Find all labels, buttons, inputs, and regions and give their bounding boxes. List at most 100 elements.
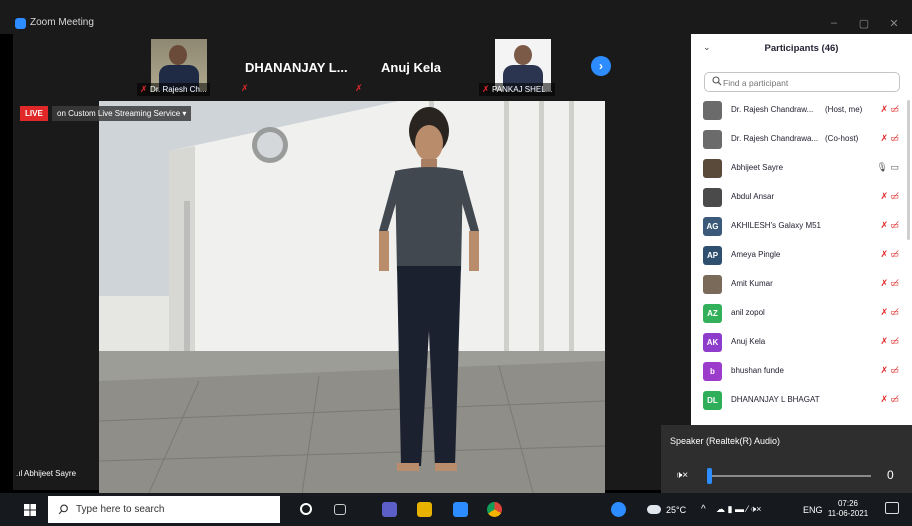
- participant-row[interactable]: Dr. Rajesh Chandraw... (Host, me) ✗ ▭̸: [691, 96, 905, 125]
- participant-row[interactable]: Dr. Rajesh Chandrawa... (Co-host) ✗ ▭̸: [691, 125, 905, 154]
- thumbnail-name: ✗ Dr. Rajesh Ch...: [137, 83, 210, 96]
- taskbar-search[interactable]: Type here to search: [48, 496, 280, 523]
- thumbnail-3[interactable]: Anuj Kela ✗: [351, 34, 465, 98]
- windows-start-icon[interactable]: [24, 504, 36, 516]
- speaker-name-label: .ıl Abhijeet Sayre: [16, 469, 77, 478]
- avatar: [703, 101, 722, 120]
- camera-off-icon: ▭̸: [887, 249, 899, 259]
- caret-down-icon: ▾: [182, 109, 187, 118]
- participants-panel: ⌄ Participants (46) Dr. Rajesh Chandraw.…: [691, 34, 912, 488]
- mic-muted-icon: ✗: [482, 84, 493, 94]
- participant-status-icons: ✗ ▭̸: [880, 104, 899, 115]
- camera-off-icon: ▭̸: [887, 133, 899, 143]
- participant-status-icons: ✗ ▭̸: [880, 220, 899, 231]
- window-title: Zoom Meeting: [30, 17, 94, 28]
- live-badge[interactable]: LIVE: [20, 106, 48, 121]
- mic-muted-icon: ✗: [880, 220, 888, 230]
- participants-list: Dr. Rajesh Chandraw... (Host, me) ✗ ▭̸ Dr. …: [691, 96, 905, 415]
- thumbnail-4[interactable]: ✗ PANKAJ SHEL...: [465, 34, 579, 98]
- participant-row[interactable]: AP Ameya Pingle ✗ ▭̸: [691, 241, 905, 270]
- avatar: AG: [703, 217, 722, 236]
- notification-icon[interactable]: [885, 502, 899, 514]
- participant-row[interactable]: DL DHANANJAY L BHAGAT ✗ ▭̸: [691, 386, 905, 415]
- speaker-muted-icon[interactable]: 🕩×: [676, 470, 688, 481]
- participant-role: (Co-host): [825, 134, 859, 143]
- mic-muted-icon: ✗: [880, 336, 888, 346]
- mic-muted-icon: ✗: [880, 365, 888, 375]
- mic-muted-icon: ✗: [880, 278, 888, 288]
- participant-row[interactable]: AK Anuj Kela ✗ ▭̸: [691, 328, 905, 357]
- thumbnail-2[interactable]: DHANANJAY L... ✗: [237, 34, 351, 98]
- camera-off-icon: ▭̸: [887, 278, 899, 288]
- participant-name: Abdul Ansar: [731, 192, 775, 201]
- help-icon[interactable]: [611, 502, 626, 517]
- thumbnail-name: Anuj Kela: [381, 60, 441, 75]
- participant-status-icons: ✗ ▭̸: [880, 191, 899, 202]
- cortana-icon[interactable]: [300, 503, 312, 515]
- next-page-button[interactable]: ›: [591, 56, 611, 76]
- close-button[interactable]: ✕: [886, 17, 902, 30]
- participant-status-icons: ✗ ▭̸: [880, 133, 899, 144]
- avatar: [703, 130, 722, 149]
- participant-row[interactable]: AG AKHILESH's Galaxy M51 ✗ ▭̸: [691, 212, 905, 241]
- participant-status-icons: ✗ ▭̸: [880, 365, 899, 376]
- panel-header: ⌄ Participants (46): [691, 34, 912, 64]
- participants-title: Participants (46): [764, 43, 839, 54]
- scrollbar[interactable]: [907, 100, 910, 240]
- participant-name: Anuj Kela: [731, 337, 766, 346]
- search-icon: [712, 76, 722, 86]
- mic-muted-icon: ✗: [355, 83, 363, 93]
- search-input[interactable]: [723, 75, 897, 90]
- weather-temp[interactable]: 25°C: [666, 505, 686, 515]
- language-indicator[interactable]: ENG: [803, 505, 823, 515]
- video-frame: [99, 101, 605, 515]
- thumbnail-name: ✗ PANKAJ SHEL...: [479, 83, 556, 96]
- participant-name: DHANANJAY L BHAGAT: [731, 395, 820, 404]
- participant-row[interactable]: Amit Kumar ✗ ▭̸: [691, 270, 905, 299]
- gallery-strip: ✗ Dr. Rajesh Ch... DHANANJAY L... ✗ Anuj…: [13, 34, 691, 98]
- minimize-button[interactable]: –: [826, 17, 842, 29]
- mic-muted-icon: ✗: [880, 307, 888, 317]
- mic-muted-icon: ✗: [880, 249, 888, 259]
- mic-icon: 🎙: [876, 162, 888, 172]
- mic-muted-icon: ✗: [880, 133, 888, 143]
- participant-status-icons: ✗ ▭̸: [880, 394, 899, 405]
- avatar: b: [703, 362, 722, 381]
- participant-status-icons: ✗ ▭̸: [880, 336, 899, 347]
- participant-status-icons: 🎙 ▭: [877, 162, 899, 173]
- participant-row[interactable]: AZ anil zopol ✗ ▭̸: [691, 299, 905, 328]
- volume-slider-track[interactable]: [709, 475, 871, 477]
- participant-status-icons: ✗ ▭̸: [880, 249, 899, 260]
- avatar: AZ: [703, 304, 722, 323]
- maximize-button[interactable]: ▢: [856, 17, 872, 30]
- weather-cloud-icon[interactable]: [647, 505, 661, 514]
- participant-row[interactable]: Abhijeet Sayre 🎙 ▭: [691, 154, 905, 183]
- volume-slider-thumb[interactable]: [707, 468, 712, 484]
- clock[interactable]: 07:26 11-06-2021: [827, 499, 869, 519]
- camera-icon: ▭: [887, 162, 899, 172]
- thumbnail-1[interactable]: ✗ Dr. Rajesh Ch...: [123, 34, 237, 98]
- teams-icon[interactable]: [382, 502, 397, 517]
- file-explorer-icon[interactable]: [417, 502, 432, 517]
- participant-row[interactable]: Abdul Ansar ✗ ▭̸: [691, 183, 905, 212]
- participant-search[interactable]: [704, 72, 900, 92]
- tray-icons[interactable]: ☁ ▮ ▬ ⁄ 🕩×: [716, 504, 761, 515]
- mic-muted-icon: ✗: [880, 394, 888, 404]
- participant-status-icons: ✗ ▭̸: [880, 278, 899, 289]
- participant-role: (Host, me): [825, 105, 863, 114]
- avatar: DL: [703, 391, 722, 410]
- speaker-device-name: Speaker (Realtek(R) Audio): [670, 436, 781, 446]
- participant-row[interactable]: b bhushan funde ✗ ▭̸: [691, 357, 905, 386]
- active-speaker-video: [99, 101, 605, 515]
- chrome-icon[interactable]: [487, 502, 502, 517]
- participant-name: Amit Kumar: [731, 279, 773, 288]
- participant-name: Dr. Rajesh Chandraw...: [731, 105, 814, 114]
- avatar: [703, 159, 722, 178]
- live-service-dropdown[interactable]: on Custom Live Streaming Service ▾: [52, 106, 192, 121]
- task-view-icon[interactable]: [334, 504, 346, 515]
- zoom-taskbar-icon[interactable]: [453, 502, 468, 517]
- camera-off-icon: ▭̸: [887, 191, 899, 201]
- signal-bars-icon: .ıl: [16, 469, 23, 478]
- tray-overflow-icon[interactable]: ^: [701, 504, 706, 515]
- camera-off-icon: ▭̸: [887, 336, 899, 346]
